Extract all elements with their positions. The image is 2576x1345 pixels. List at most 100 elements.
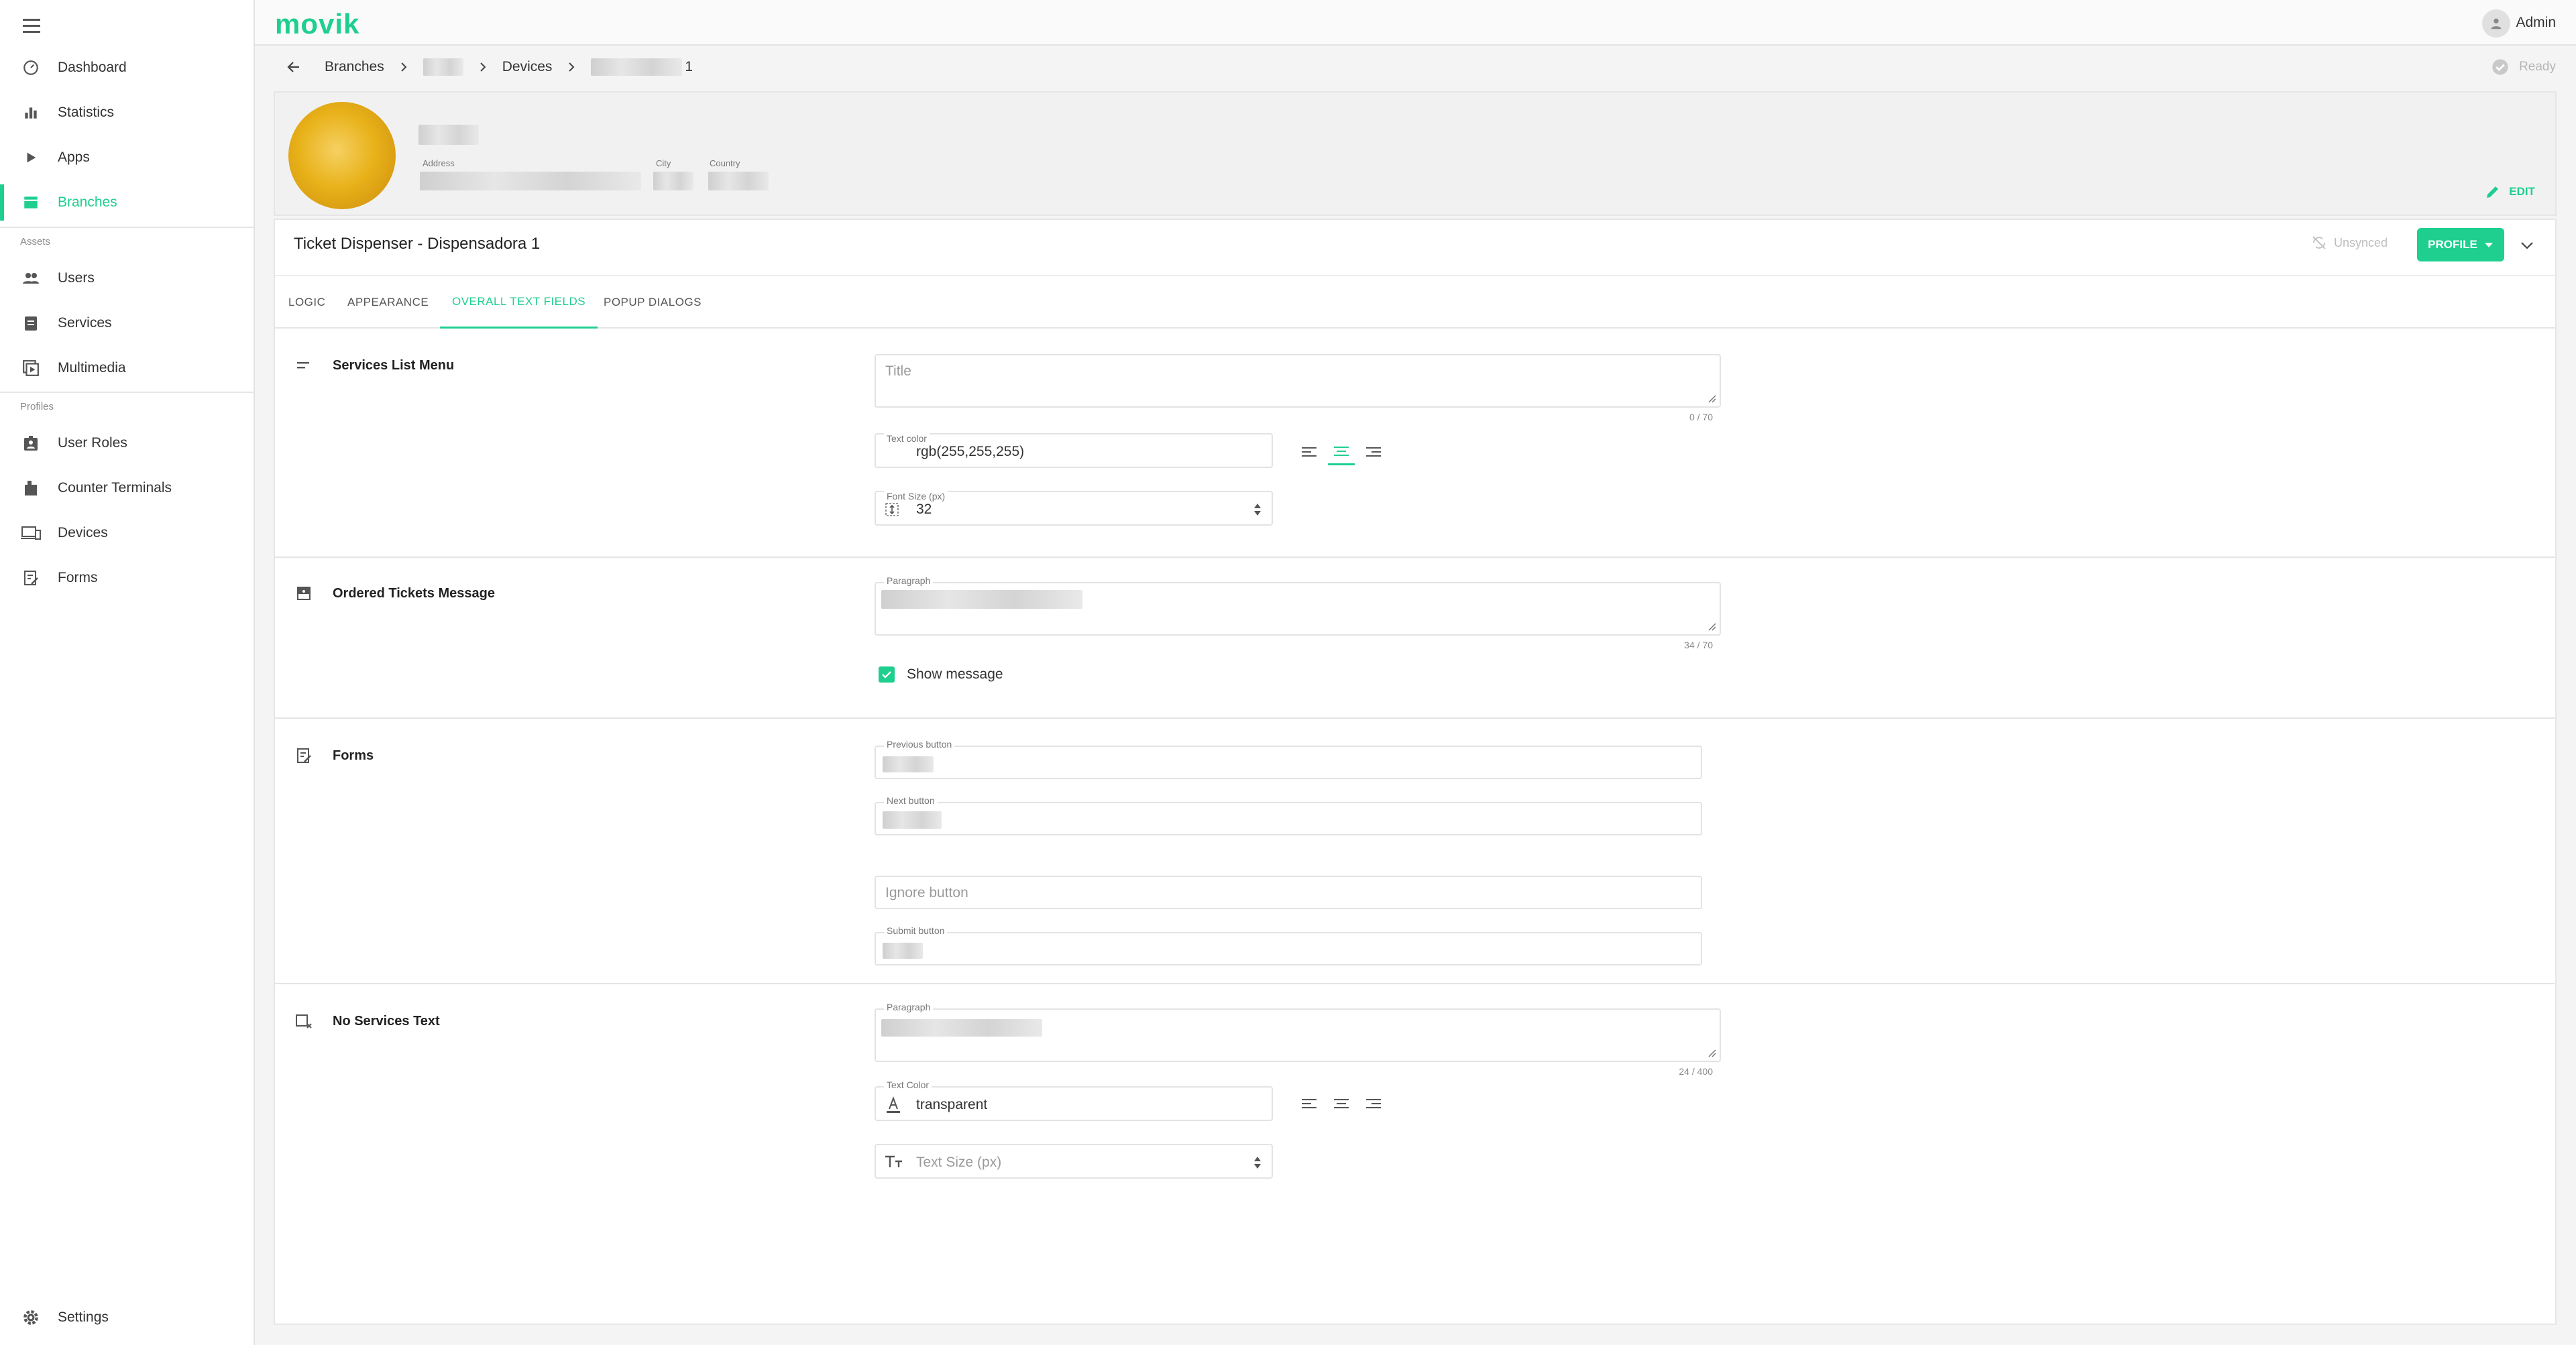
tab-logic[interactable]: LOGIC (288, 276, 325, 329)
tab-appearance[interactable]: APPEARANCE (347, 276, 429, 329)
badge-icon (20, 432, 42, 454)
chevron-right-icon (478, 61, 488, 73)
section-title: Forms (333, 748, 374, 763)
chevron-down-icon[interactable] (2515, 233, 2539, 257)
check-icon (882, 671, 891, 679)
sidebar-item-dashboard[interactable]: Dashboard (0, 46, 254, 90)
pencil-icon (2487, 186, 2499, 198)
sidebar-item-label: Settings (58, 1309, 109, 1325)
edit-button[interactable]: EDIT (2485, 184, 2535, 200)
sidebar-item-branches[interactable]: Branches (0, 180, 254, 225)
format-size-icon (885, 503, 899, 516)
resize-handle-icon[interactable] (1707, 394, 1717, 404)
align-right-button[interactable] (1360, 438, 1387, 465)
ignore-button-field[interactable]: Ignore button (875, 876, 1702, 909)
sidebar-section-profiles: Profiles (20, 401, 54, 412)
redacted-address (420, 172, 641, 190)
sidebar-item-statistics[interactable]: Statistics (0, 91, 254, 135)
text-color-field[interactable]: Text Color transparent (875, 1079, 1273, 1121)
paragraph-counter: 34 / 70 (1684, 640, 1713, 650)
sidebar-item-multimedia[interactable]: Multimedia (0, 346, 254, 390)
sidebar-item-label: Devices (58, 525, 108, 540)
sidebar-item-forms[interactable]: Forms (0, 556, 254, 600)
sidebar-item-counter-terminals[interactable]: Counter Terminals (0, 466, 254, 510)
sidebar-item-label: User Roles (58, 435, 127, 451)
sidebar-item-settings[interactable]: Settings (0, 1295, 254, 1340)
sidebar-item-user-roles[interactable]: User Roles (0, 421, 254, 465)
stepper-icon[interactable] (1253, 502, 1262, 518)
sidebar-item-apps[interactable]: Apps (0, 135, 254, 180)
align-left-button[interactable] (1296, 1090, 1323, 1117)
sidebar-item-label: Apps (58, 150, 90, 165)
submit-button-field[interactable]: Submit button (875, 925, 1702, 966)
font-size-field[interactable]: Font Size (px) 32 (875, 491, 1273, 526)
sidebar-section-assets: Assets (20, 236, 51, 247)
sidebar: Dashboard Statistics Apps Branches Asset… (0, 0, 255, 1345)
redacted-branch-name[interactable] (423, 58, 463, 76)
user-name[interactable]: Admin (2516, 15, 2556, 31)
store-icon (20, 192, 42, 213)
align-left-icon (1302, 1099, 1317, 1108)
device-title: Ticket Dispenser - Dispensadora 1 (294, 235, 541, 253)
tab-popup-dialogs[interactable]: POPUP DIALOGS (604, 276, 702, 329)
align-center-button[interactable] (1328, 1090, 1355, 1117)
top-bar: movik Admin (255, 0, 2576, 46)
breadcrumb: Branches Devices 1 (282, 55, 693, 79)
show-message-checkbox[interactable] (879, 666, 895, 683)
section-title: Ordered Tickets Message (333, 586, 495, 601)
text-color-field[interactable]: Text color rgb(255,255,255) (875, 433, 1273, 468)
branch-header: Address City Country EDIT (274, 91, 2557, 216)
text-color-value: rgb(255,255,255) (916, 444, 1025, 459)
sidebar-item-services[interactable]: Services (0, 301, 254, 345)
profile-label: PROFILE (2428, 238, 2477, 251)
tab-overall-text-fields[interactable]: OVERALL TEXT FIELDS (440, 276, 598, 329)
align-center-icon (1334, 446, 1349, 456)
avatar[interactable] (2482, 9, 2510, 38)
gear-icon (20, 1307, 42, 1328)
format-color-text-icon (887, 1096, 900, 1113)
multimedia-icon (20, 357, 42, 379)
text-size-field[interactable]: Text Size (px) (875, 1144, 1273, 1179)
resize-handle-icon[interactable] (1707, 1049, 1717, 1058)
sidebar-item-users[interactable]: Users (0, 256, 254, 300)
breadcrumb-devices[interactable]: Devices (502, 59, 553, 75)
font-size-label: Font Size (px) (884, 491, 948, 502)
redacted-next-value (883, 811, 942, 829)
font-size-value: 32 (916, 502, 932, 517)
redacted-paragraph (881, 1019, 1042, 1037)
redacted-paragraph (881, 590, 1082, 609)
chevron-right-icon (399, 61, 408, 73)
align-left-button[interactable] (1296, 438, 1323, 465)
title-textarea[interactable]: Title (875, 354, 1721, 408)
align-right-button[interactable] (1360, 1090, 1387, 1117)
inbox-icon (294, 583, 314, 603)
sidebar-item-devices[interactable]: Devices (0, 511, 254, 555)
text-color-value: transparent (916, 1097, 988, 1112)
forms-icon (20, 567, 42, 589)
dashboard-icon (20, 57, 42, 78)
profile-button[interactable]: PROFILE (2417, 228, 2504, 261)
sidebar-divider (0, 227, 254, 228)
device-card: Ticket Dispenser - Dispensadora 1 Unsync… (274, 219, 2557, 1325)
next-button-field[interactable]: Next button (875, 795, 1702, 835)
menu-icon[interactable] (19, 12, 46, 39)
app-logo[interactable]: movik (275, 8, 359, 40)
submit-button-label: Submit button (884, 925, 948, 936)
show-message-label[interactable]: Show message (907, 666, 1003, 683)
paragraph-textarea[interactable]: Paragraph (875, 1002, 1721, 1062)
breadcrumb-branches[interactable]: Branches (325, 59, 384, 75)
sidebar-item-label: Services (58, 315, 112, 331)
stepper-icon[interactable] (1253, 1155, 1262, 1171)
align-center-button[interactable] (1328, 438, 1355, 465)
redacted-submit-value (883, 943, 923, 959)
text-color-label: Text Color (884, 1079, 932, 1090)
paragraph-label: Paragraph (884, 575, 934, 586)
paragraph-textarea[interactable]: Paragraph (875, 575, 1721, 636)
section-forms: Forms Previous button Next button Ignore… (275, 719, 2555, 984)
address-label: Address (423, 158, 455, 168)
back-arrow-icon[interactable] (282, 55, 306, 79)
city-label: City (656, 158, 671, 168)
sidebar-item-label: Branches (58, 194, 117, 210)
resize-handle-icon[interactable] (1707, 622, 1717, 632)
previous-button-field[interactable]: Previous button (875, 739, 1702, 779)
